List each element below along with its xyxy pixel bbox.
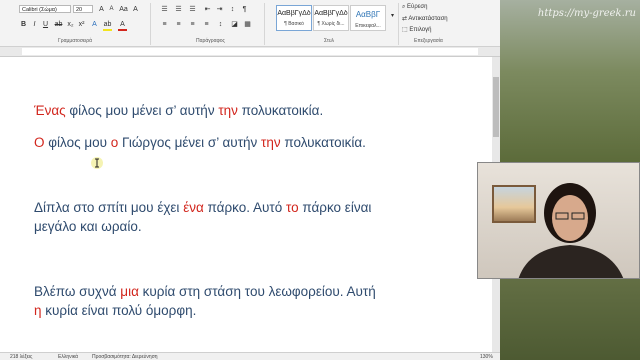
font-name-value: Calibri (Σώμα) — [22, 7, 57, 13]
shrink-font-icon[interactable]: A — [107, 5, 116, 14]
horizontal-ruler — [0, 47, 500, 57]
text: Βλέπω συχνά — [34, 284, 121, 299]
find-icon: ⌕ — [402, 4, 406, 10]
superscript-icon[interactable]: x² — [77, 20, 86, 29]
article: το — [285, 200, 299, 215]
borders-icon[interactable]: ▦ — [243, 20, 252, 29]
decrease-indent-icon[interactable]: ⇤ — [203, 5, 212, 14]
zoom-level[interactable]: 130% — [480, 354, 493, 360]
bold-icon[interactable]: B — [19, 20, 28, 29]
underline-icon[interactable]: U — [41, 20, 50, 29]
status-bar: 218 λέξεις Ελληνικά Προσβασιμότητα: Διερ… — [0, 352, 500, 360]
paragraph-4: Βλέπω συχνά μια κυρία στη στάση του λεωφ… — [34, 284, 376, 299]
change-case-icon[interactable]: Aa — [119, 5, 128, 14]
styles-more-icon[interactable]: ▾ — [388, 12, 397, 21]
show-marks-icon[interactable]: ¶ — [240, 5, 249, 14]
grow-font-icon[interactable]: A — [97, 5, 106, 14]
text: φίλος μου — [44, 135, 111, 150]
text: κυρία στη στάση του λεωφορείου. Αυτή — [138, 284, 376, 299]
shading-icon[interactable]: ◪ — [230, 20, 239, 29]
select-icon: ⬚ — [402, 27, 408, 33]
highlight-icon[interactable]: ab — [103, 20, 112, 31]
font-group-label: Γραμματοσειρά — [58, 38, 92, 44]
scrollbar-thumb[interactable] — [493, 77, 499, 137]
select-label: Επιλογή — [409, 27, 432, 33]
justify-icon[interactable]: ≡ — [202, 20, 211, 29]
article: ένα — [183, 200, 204, 215]
style-name: Επικεφαλ... — [355, 23, 381, 29]
subscript-icon[interactable]: x₂ — [66, 20, 75, 29]
text: πολυκατοικία. — [237, 103, 324, 118]
replace-label: Αντικατάσταση — [408, 16, 448, 22]
text-effects-icon[interactable]: A — [90, 20, 99, 29]
document-page[interactable]: Ένας φίλος μου μένει σ’ αυτήν την πολυκα… — [0, 57, 492, 352]
article: Ο — [34, 135, 45, 150]
word-window: Calibri (Σώμα) 20 A A Aa A B I U ab x₂ x… — [0, 0, 500, 360]
article: την — [261, 135, 281, 150]
clear-format-icon[interactable]: A — [131, 5, 140, 14]
separator — [150, 3, 151, 45]
align-left-icon[interactable]: ≡ — [160, 20, 169, 29]
font-size-value: 20 — [76, 7, 83, 13]
paragraph-1: Ένας φίλος μου μένει σ’ αυτήν την πολυκα… — [34, 103, 323, 118]
sort-icon[interactable]: ↕ — [228, 5, 237, 14]
increase-indent-icon[interactable]: ⇥ — [215, 5, 224, 14]
select-button[interactable]: ⬚ Επιλογή — [402, 26, 431, 33]
font-name-select[interactable]: Calibri (Σώμα) — [19, 5, 71, 13]
style-normal[interactable]: ΑαΒβΓγΔδ ¶ Βασικό — [276, 5, 312, 31]
paragraph-3: Δίπλα στο σπίτι μου έχει ένα πάρκο. Αυτό… — [34, 200, 371, 215]
style-preview: ΑαΒβΓ — [355, 10, 381, 19]
language[interactable]: Ελληνικά — [58, 354, 78, 360]
text: πάρκο. Αυτό — [203, 200, 286, 215]
article: μια — [120, 284, 139, 299]
find-label: Εύρεση — [407, 4, 428, 10]
strikethrough-icon[interactable]: ab — [54, 20, 63, 29]
font-color-icon[interactable]: A — [118, 20, 127, 31]
styles-group-label: Στυλ — [324, 38, 335, 44]
ribbon: Calibri (Σώμα) 20 A A Aa A B I U ab x₂ x… — [0, 0, 500, 47]
align-center-icon[interactable]: ≡ — [174, 20, 183, 29]
text: Γιώργος μένει σ’ αυτήν — [118, 135, 262, 150]
cursor-icon — [91, 157, 103, 169]
article: την — [218, 103, 238, 118]
editing-group-label: Επεξεργασία — [414, 38, 443, 44]
separator — [264, 3, 265, 45]
style-preview: ΑαΒβΓγΔδ — [314, 10, 348, 17]
accessibility-status[interactable]: Προσβασιμότητα: Διερεύνηση — [92, 354, 158, 360]
style-preview: ΑαΒβΓγΔδ — [277, 10, 311, 17]
replace-icon: ⇄ — [402, 16, 408, 22]
paragraph-group-label: Παράγραφος — [196, 38, 225, 44]
text: πάρκο είναι — [298, 200, 372, 215]
numbering-icon[interactable]: ☰ — [174, 5, 183, 14]
paragraph-2: Ο φίλος μου ο Γιώργος μένει σ’ αυτήν την… — [34, 135, 366, 150]
style-name: ¶ Χωρίς δι... — [317, 21, 345, 27]
ruler-page-area — [22, 48, 478, 55]
text: κυρία είναι πολύ όμορφη. — [41, 303, 197, 318]
watermark: https://my-greek.ru — [537, 8, 636, 19]
italic-icon[interactable]: I — [30, 20, 39, 29]
webcam-overlay — [477, 162, 640, 279]
text: μεγάλο και ωραίο. — [34, 219, 142, 234]
font-size-select[interactable]: 20 — [73, 5, 93, 13]
align-right-icon[interactable]: ≡ — [188, 20, 197, 29]
find-button[interactable]: ⌕ Εύρεση — [402, 4, 427, 11]
text: φίλος μου μένει σ’ αυτήν — [65, 103, 219, 118]
presenter — [518, 183, 624, 278]
paragraph-4-line-2: η κυρία είναι πολύ όμορφη. — [34, 303, 196, 318]
article: η — [34, 303, 42, 318]
separator — [398, 3, 399, 45]
text: πολυκατοικία. — [280, 135, 366, 150]
multilevel-icon[interactable]: ☰ — [188, 5, 197, 14]
text: Δίπλα στο σπίτι μου έχει — [34, 200, 184, 215]
line-spacing-icon[interactable]: ↕ — [216, 20, 225, 29]
word-count[interactable]: 218 λέξεις — [10, 354, 32, 360]
style-heading[interactable]: ΑαΒβΓ Επικεφαλ... — [350, 5, 386, 31]
style-no-spacing[interactable]: ΑαΒβΓγΔδ ¶ Χωρίς δι... — [313, 5, 349, 31]
bullets-icon[interactable]: ☰ — [160, 5, 169, 14]
article: Ένας — [34, 103, 66, 118]
style-name: ¶ Βασικό — [284, 21, 304, 27]
replace-button[interactable]: ⇄ Αντικατάσταση — [402, 15, 448, 22]
paragraph-3-line-2: μεγάλο και ωραίο. — [34, 219, 142, 234]
